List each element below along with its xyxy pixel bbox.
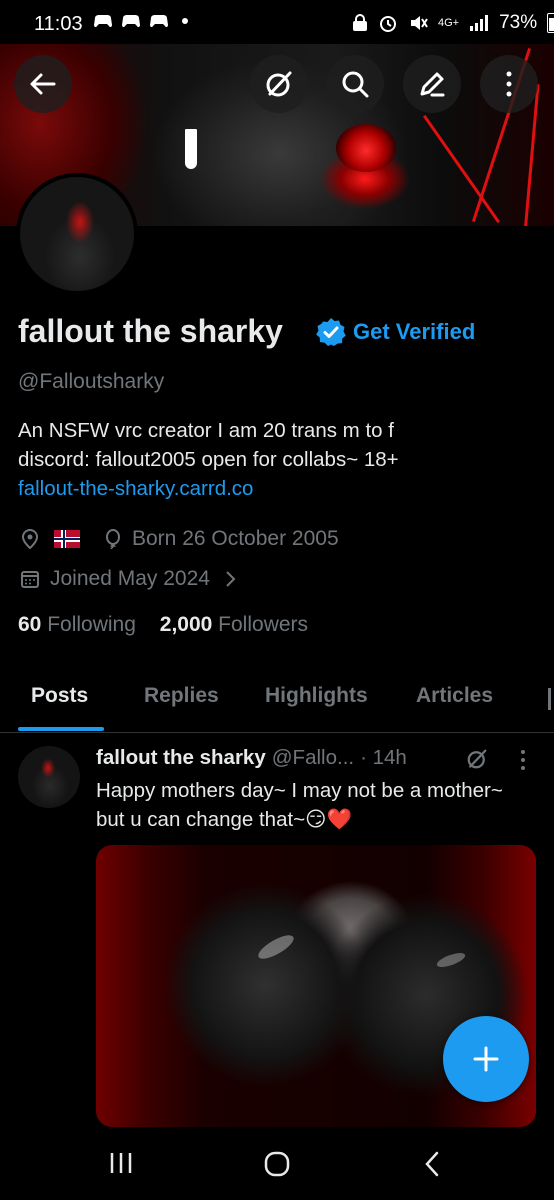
plus-icon: [473, 1046, 499, 1072]
alarm-icon: [380, 16, 396, 32]
following-link[interactable]: 60 Following: [18, 613, 136, 636]
followers-label: Followers: [218, 613, 309, 636]
following-count: 60: [18, 613, 42, 636]
new-post-button[interactable]: [443, 1016, 529, 1102]
compose-icon: [420, 72, 445, 97]
tab-posts[interactable]: Posts: [31, 684, 88, 708]
back-nav-icon[interactable]: [422, 1150, 442, 1178]
search-icon: [342, 71, 369, 98]
notification-icons: [92, 12, 188, 30]
bio-link[interactable]: fallout-the-sharky.carrd.co: [18, 474, 538, 503]
bio-line: An NSFW vrc creator I am 20 trans m to f: [18, 419, 394, 442]
game-controller-icon: [94, 15, 112, 28]
tab-overflow-indicator: [548, 688, 551, 710]
calendar-icon: [21, 571, 39, 588]
battery-percent: 73%: [499, 12, 538, 33]
post-text: Happy mothers day~ I may not be a mother…: [96, 779, 503, 831]
more-notifications-dot: [182, 18, 188, 24]
recent-apps-icon[interactable]: [108, 1151, 134, 1175]
profile-meta-location-born: Born 26 October 2005: [20, 527, 339, 551]
profile-avatar[interactable]: [16, 173, 138, 295]
profile-meta-joined[interactable]: Joined May 2024: [20, 567, 238, 591]
network-type: 4G+: [438, 17, 460, 29]
compose-button[interactable]: [403, 55, 461, 113]
status-right-icons: 4G+ 73%: [352, 12, 554, 34]
following-label: Following: [47, 613, 136, 636]
profile-bio: An NSFW vrc creator I am 20 trans m to f…: [18, 416, 538, 503]
system-navigation-bar: [0, 1127, 554, 1200]
search-button[interactable]: [326, 55, 384, 113]
game-controller-icon: [122, 15, 140, 28]
post-author-handle[interactable]: @Fallo...: [272, 746, 354, 770]
profile-name: fallout the sharky: [18, 313, 283, 349]
battery-icon: [547, 13, 554, 33]
home-icon[interactable]: [263, 1150, 291, 1178]
lock-icon: [353, 14, 367, 31]
banner-eye: [336, 124, 396, 172]
followers-link[interactable]: 2,000 Followers: [160, 613, 308, 636]
bio-line: discord: fallout2005 open for collabs~ 1…: [18, 448, 399, 471]
grok-button[interactable]: [250, 55, 308, 113]
followers-count: 2,000: [159, 613, 213, 636]
more-vertical-icon: [506, 71, 512, 97]
status-bar: 11:03 4G+ 73%: [0, 0, 554, 44]
profile-born: Born 26 October 2005: [132, 527, 339, 550]
signal-icon: [470, 15, 489, 31]
post-more-icon[interactable]: [519, 748, 527, 772]
post-time: · 14h: [360, 746, 407, 769]
chevron-right-icon: [226, 571, 236, 587]
post-avatar[interactable]: [18, 746, 80, 808]
media-highlight: [435, 950, 467, 970]
norway-flag-icon: [54, 530, 80, 548]
post-author-name[interactable]: fallout the sharky: [96, 746, 266, 770]
profile-joined: Joined May 2024: [50, 567, 210, 590]
banner-fang: [185, 129, 197, 169]
tab-replies[interactable]: Replies: [144, 684, 219, 708]
profile-tabs: Posts Replies Highlights Articles: [0, 670, 554, 733]
arrow-left-icon: [30, 73, 56, 95]
mute-icon: [411, 16, 428, 30]
verified-badge-icon[interactable]: [316, 317, 346, 347]
tab-articles[interactable]: Articles: [416, 684, 493, 708]
game-controller-icon: [150, 15, 168, 28]
active-tab-indicator: [18, 727, 104, 731]
profile-handle: @Falloutsharky: [18, 370, 165, 393]
grok-icon[interactable]: [465, 747, 489, 771]
tab-highlights[interactable]: Highlights: [265, 684, 368, 708]
grok-icon: [266, 71, 292, 97]
more-button[interactable]: [480, 55, 538, 113]
back-button[interactable]: [14, 55, 72, 113]
location-pin-icon: [21, 528, 39, 550]
profile-stats: 60 Following 2,000 Followers: [18, 613, 308, 637]
status-time: 11:03: [34, 13, 83, 35]
get-verified-link[interactable]: Get Verified: [353, 319, 475, 345]
post-header: fallout the sharky @Fallo... · 14h: [96, 746, 407, 770]
media-highlight: [255, 930, 297, 964]
birthday-balloon-icon: [106, 529, 120, 550]
